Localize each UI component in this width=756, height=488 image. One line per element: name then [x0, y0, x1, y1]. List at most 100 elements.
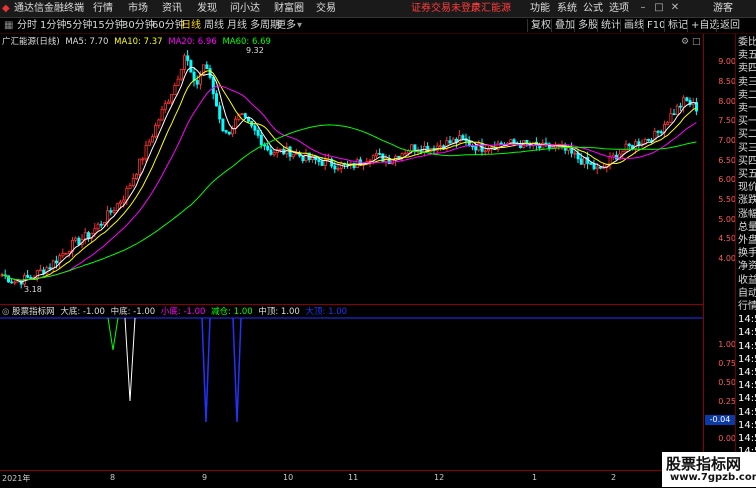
period-15min[interactable]: 15分钟: [92, 18, 125, 33]
candle-body: [74, 237, 78, 241]
menu-gongshi[interactable]: 公式: [583, 0, 603, 17]
candle-body: [131, 178, 135, 186]
candle-body: [157, 119, 161, 126]
collapse-icon[interactable]: □: [692, 37, 701, 47]
ma20-line: [1, 85, 697, 281]
ind-tick: 0.25: [718, 397, 736, 406]
menu-shichang[interactable]: 市场: [128, 0, 148, 17]
period-5min[interactable]: 5分钟: [66, 18, 92, 33]
period-monthly[interactable]: 月线: [227, 18, 247, 33]
candle-body: [291, 153, 295, 157]
quote-label: 14:56: [738, 314, 756, 326]
menu-xitong[interactable]: 系统: [557, 0, 577, 17]
price-tick: 9.00: [718, 57, 736, 66]
btn-fuquan[interactable]: 复权: [527, 19, 554, 32]
candle-body: [163, 103, 167, 110]
candle-body: [141, 158, 145, 161]
candle-body: [621, 150, 625, 155]
quote-label: 14:56: [738, 406, 756, 418]
quote-label: 买二: [738, 129, 756, 141]
candle-body: [182, 55, 186, 70]
quote-label: 涨跌: [738, 195, 756, 207]
candle-body: [371, 155, 375, 161]
indicator-icon[interactable]: ◎: [2, 307, 9, 317]
quote-label: 委比: [738, 37, 756, 48]
ma10-label: MA10: 7.37: [114, 37, 163, 47]
date-tick: 1: [532, 473, 538, 482]
period-weekly[interactable]: 周线: [204, 18, 224, 33]
close-icon[interactable]: ✕: [668, 2, 682, 14]
candle-body: [278, 148, 282, 151]
menu-faxian[interactable]: 发现: [197, 0, 217, 17]
period-30min[interactable]: 30分钟: [122, 18, 155, 33]
candle-body: [160, 108, 164, 121]
candle-body: [579, 158, 583, 165]
candle-body: [679, 105, 683, 108]
indicator-chart[interactable]: ◎ 股票指标网 大底: -1.00 中底: -1.00 小底: -1.00 减仓…: [0, 304, 703, 469]
candle-body: [438, 145, 442, 148]
maximize-icon[interactable]: □: [652, 2, 666, 14]
candle-body: [208, 68, 212, 78]
period-fenshi[interactable]: 分时: [17, 18, 37, 33]
candle-body: [189, 60, 193, 73]
candle-body: [179, 69, 183, 80]
zhongdi-label: 中底: -1.00: [110, 307, 156, 317]
candle-body: [61, 252, 65, 257]
menu-wenxiaoda[interactable]: 问小达: [230, 0, 260, 17]
candle-body: [214, 93, 218, 107]
grid-icon[interactable]: ▦: [4, 18, 13, 33]
btn-fanhui[interactable]: 返回: [716, 19, 743, 32]
candle-body: [573, 152, 577, 155]
menu-xuanxiang[interactable]: 选项: [609, 0, 629, 17]
settings-icon[interactable]: ⚙: [681, 37, 689, 47]
chevron-down-icon[interactable]: ▾: [297, 18, 302, 33]
candle-body: [134, 173, 138, 180]
period-1min[interactable]: 1分钟: [40, 18, 66, 33]
candle-body: [195, 80, 199, 85]
jiancang-label: 减仓: 1.00: [211, 307, 253, 317]
price-tick: 5.50: [718, 195, 736, 204]
period-60min[interactable]: 60分钟: [152, 18, 185, 33]
price-scale: 9.00 8.50 8.00 7.50 7.00 6.50 6.00 5.50 …: [703, 34, 736, 470]
minimize-icon[interactable]: –: [636, 2, 650, 14]
price-tick: 8.50: [718, 77, 736, 86]
candle-body: [243, 113, 247, 118]
quote-label: 行情: [738, 301, 756, 312]
candle-body: [122, 199, 126, 203]
kline-svg: [0, 50, 699, 289]
menu-hangqing[interactable]: 行情: [93, 0, 113, 17]
menu-jiaoyi[interactable]: 交易: [316, 0, 336, 17]
candle-body: [99, 223, 103, 226]
quote-label: 收益: [738, 274, 756, 286]
date-tick: 9: [202, 473, 208, 482]
kline-chart[interactable]: 广汇能源(日线) MA5: 7.70 MA10: 7.37 MA20: 6.96…: [0, 34, 703, 305]
candle-body: [624, 143, 628, 152]
candle-body: [615, 154, 619, 160]
price-tick: 6.50: [718, 156, 736, 165]
menu-caifuquan[interactable]: 财富圈: [274, 0, 304, 17]
quote-label: 现价: [738, 182, 756, 194]
quote-label: 外盘: [738, 235, 756, 246]
candle-body: [595, 166, 599, 170]
period-daily[interactable]: 日线: [181, 18, 201, 33]
period-more[interactable]: 更多: [276, 18, 296, 33]
guest-label[interactable]: 游客: [713, 0, 733, 17]
price-tick: 7.50: [718, 116, 736, 125]
candle-body: [403, 152, 407, 155]
candle-body: [109, 210, 113, 213]
candle-body: [656, 130, 660, 133]
ma60-line: [1, 124, 697, 281]
date-tick: 12: [434, 473, 445, 482]
broker-label[interactable]: 广汇能源: [471, 0, 511, 17]
menu-zixun[interactable]: 资讯: [162, 0, 182, 17]
price-tick: 4.00: [718, 254, 736, 263]
candle-body: [13, 281, 17, 284]
candle-body: [272, 152, 276, 155]
candle-body: [374, 153, 378, 157]
quote-label: 总量: [738, 221, 756, 233]
candle-body: [154, 125, 158, 138]
quote-label: 涨幅: [738, 208, 756, 220]
candle-body: [592, 163, 596, 170]
indicator-legend: ◎ 股票指标网 大底: -1.00 中底: -1.00 小底: -1.00 减仓…: [2, 305, 347, 317]
menu-gongneng[interactable]: 功能: [530, 0, 550, 17]
